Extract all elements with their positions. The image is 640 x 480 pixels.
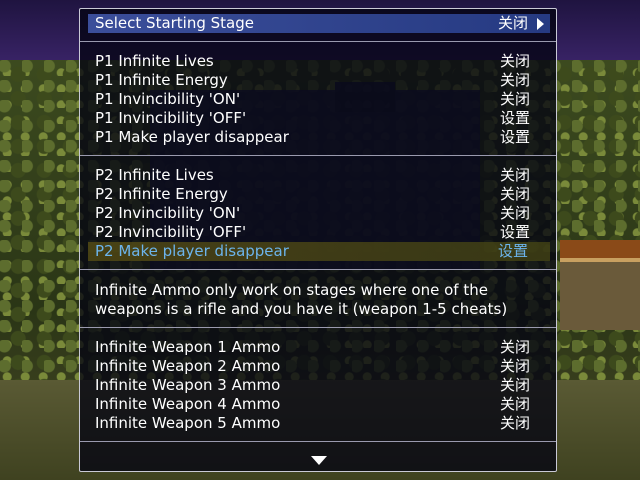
menu-item-label: P1 Make player disappear	[95, 128, 289, 146]
menu-item-infinite-weapon-2-ammo[interactable]: Infinite Weapon 2 Ammo 关闭	[95, 357, 545, 376]
menu-item-select-starting-stage[interactable]: Select Starting Stage 关闭	[88, 14, 550, 33]
menu-item-value: 关闭	[499, 395, 530, 413]
menu-item-label: P1 Infinite Lives	[95, 52, 214, 70]
menu-item-value: 关闭	[499, 357, 530, 375]
menu-item-p2-invincibility-off[interactable]: P2 Invincibility 'OFF' 设置	[95, 223, 545, 242]
menu-item-label: Infinite Weapon 1 Ammo	[95, 338, 281, 356]
menu-item-p1-invincibility-off[interactable]: P1 Invincibility 'OFF' 设置	[95, 109, 545, 128]
menu-item-value: 设置	[499, 128, 530, 146]
menu-item-label: Infinite Weapon 2 Ammo	[95, 357, 281, 375]
cheat-menu-panel: Select Starting Stage 关闭 P1 Infinite Liv…	[79, 8, 557, 472]
menu-item-p1-infinite-energy[interactable]: P1 Infinite Energy 关闭	[95, 71, 545, 90]
menu-item-infinite-weapon-5-ammo[interactable]: Infinite Weapon 5 Ammo 关闭	[95, 414, 545, 433]
section-divider	[80, 327, 556, 328]
menu-item-label: P2 Infinite Lives	[95, 166, 214, 184]
menu-item-p2-infinite-energy[interactable]: P2 Infinite Energy 关闭	[95, 185, 545, 204]
menu-item-label: P2 Invincibility 'ON'	[95, 204, 241, 222]
menu-item-p2-invincibility-on[interactable]: P2 Invincibility 'ON' 关闭	[95, 204, 545, 223]
wooden-house	[560, 240, 640, 330]
section-divider	[80, 155, 556, 156]
menu-item-infinite-weapon-1-ammo[interactable]: Infinite Weapon 1 Ammo 关闭	[95, 338, 545, 357]
menu-item-label: P2 Infinite Energy	[95, 185, 228, 203]
triangle-right-icon[interactable]	[537, 18, 544, 30]
menu-item-infinite-weapon-4-ammo[interactable]: Infinite Weapon 4 Ammo 关闭	[95, 395, 545, 414]
menu-item-p2-make-player-disappear[interactable]: P2 Make player disappear 设置	[88, 242, 550, 261]
menu-item-label: Infinite Weapon 4 Ammo	[95, 395, 281, 413]
menu-item-value: 关闭	[499, 90, 530, 108]
menu-item-p2-infinite-lives[interactable]: P2 Infinite Lives 关闭	[95, 166, 545, 185]
menu-item-value: 设置	[499, 223, 530, 241]
menu-item-label: P2 Make player disappear	[95, 242, 289, 260]
menu-item-p1-infinite-lives[interactable]: P1 Infinite Lives 关闭	[95, 52, 545, 71]
menu-item-infinite-weapon-3-ammo[interactable]: Infinite Weapon 3 Ammo 关闭	[95, 376, 545, 395]
menu-item-value: 关闭	[499, 204, 530, 222]
menu-item-label: P1 Infinite Energy	[95, 71, 228, 89]
ammo-note-line-1: Infinite Ammo only work on stages where …	[95, 281, 488, 299]
section-divider	[80, 441, 556, 442]
section-divider	[80, 269, 556, 270]
menu-item-value: 关闭	[499, 376, 530, 394]
menu-item-label: Select Starting Stage	[95, 14, 254, 32]
ammo-note-line-2: weapons is a rifle and you have it (weap…	[95, 300, 508, 318]
menu-item-value: 关闭	[499, 414, 530, 432]
menu-item-label: P1 Invincibility 'OFF'	[95, 109, 247, 127]
menu-item-label: P1 Invincibility 'ON'	[95, 90, 241, 108]
menu-item-value: 关闭	[499, 166, 530, 184]
menu-item-value: 关闭	[497, 14, 528, 32]
menu-item-label: P2 Invincibility 'OFF'	[95, 223, 247, 241]
menu-item-value: 设置	[499, 109, 530, 127]
menu-item-value: 设置	[497, 242, 528, 260]
menu-item-value: 关闭	[499, 71, 530, 89]
menu-item-label: Infinite Weapon 3 Ammo	[95, 376, 281, 394]
triangle-down-icon[interactable]	[311, 456, 327, 465]
menu-item-value: 关闭	[499, 52, 530, 70]
menu-item-value: 关闭	[499, 338, 530, 356]
menu-item-value: 关闭	[499, 185, 530, 203]
section-divider	[80, 41, 556, 42]
menu-item-p1-invincibility-on[interactable]: P1 Invincibility 'ON' 关闭	[95, 90, 545, 109]
menu-item-p1-make-player-disappear[interactable]: P1 Make player disappear 设置	[95, 128, 545, 147]
menu-item-label: Infinite Weapon 5 Ammo	[95, 414, 281, 432]
